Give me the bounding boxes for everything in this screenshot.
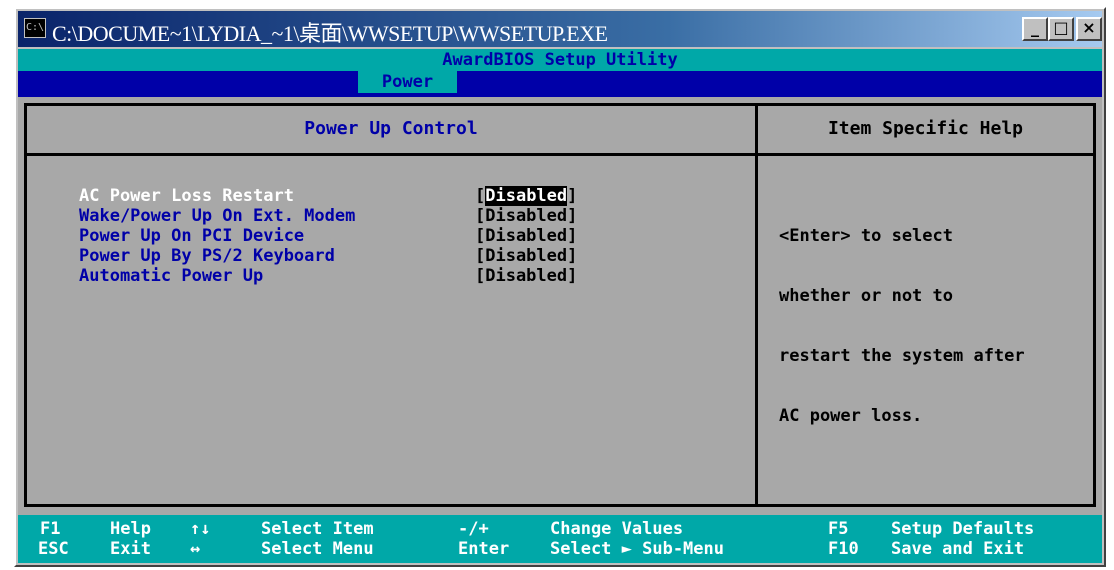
- value-bracket-close: ]: [567, 186, 578, 206]
- setting-value[interactable]: [Disabled]: [475, 226, 577, 246]
- console-app-icon[interactable]: C:\: [24, 18, 46, 38]
- utility-title: AwardBIOS Setup Utility: [18, 49, 1102, 71]
- help-line: whether or not to: [779, 286, 953, 306]
- panel-title: Power Up Control: [304, 118, 478, 139]
- maximize-button[interactable]: □: [1048, 17, 1074, 41]
- console-window: C:\ C:\DOCUME~1\LYDIA_~1\桌面\WWSETUP\WWSE…: [14, 7, 1106, 567]
- key-enter: Enter: [458, 539, 510, 559]
- setting-wake-power-up-ext-modem[interactable]: Wake/Power Up On Ext. Modem [Disabled]: [79, 206, 577, 226]
- setting-value[interactable]: [Disabled]: [475, 206, 577, 226]
- key-plusminus-desc: Change Values: [550, 519, 684, 539]
- menu-tab-power[interactable]: Power: [358, 71, 457, 93]
- key-plusminus: -/+: [458, 519, 489, 539]
- key-esc-desc: Exit: [110, 539, 151, 559]
- key-leftright-desc: Select Menu: [261, 539, 374, 559]
- bios-screen: AwardBIOS Setup Utility Power Power Up C…: [18, 49, 1102, 563]
- help-line: restart the system after: [779, 346, 1025, 366]
- setting-label: AC Power Loss Restart: [79, 186, 294, 206]
- minimize-button[interactable]: _: [1022, 17, 1048, 41]
- key-updown: ↑↓: [190, 519, 211, 539]
- key-f1: F1: [40, 519, 61, 539]
- setting-label: Automatic Power Up: [79, 266, 264, 286]
- key-f1-desc: Help: [110, 519, 151, 539]
- setting-power-up-ps2-keyboard[interactable]: Power Up By PS/2 Keyboard [Disabled]: [79, 246, 577, 266]
- key-leftright: ↔: [190, 539, 201, 559]
- key-f5: F5: [828, 519, 849, 539]
- value-bracket-open: [: [475, 186, 486, 206]
- key-enter-desc: Select ► Sub-Menu: [550, 539, 724, 559]
- setting-value[interactable]: [Disabled]: [475, 246, 577, 266]
- value-highlight: Disabled: [485, 186, 568, 206]
- setting-value[interactable]: [Disabled]: [475, 186, 577, 206]
- setting-power-up-pci-device[interactable]: Power Up On PCI Device [Disabled]: [79, 226, 577, 246]
- settings-list: AC Power Loss Restart [Disabled] Wake/Po…: [79, 186, 577, 286]
- key-updown-desc: Select Item: [261, 519, 374, 539]
- window-title: C:\DOCUME~1\LYDIA_~1\桌面\WWSETUP\WWSETUP.…: [52, 21, 608, 46]
- help-line: <Enter> to select: [779, 226, 953, 246]
- help-title: Item Specific Help: [827, 118, 1024, 139]
- setting-ac-power-loss-restart[interactable]: AC Power Loss Restart [Disabled]: [79, 186, 577, 206]
- key-help-footer: F1 Help ↑↓ Select Item -/+ Change Values…: [18, 515, 1102, 563]
- item-help-text: <Enter> to select whether or not to rest…: [779, 186, 1102, 466]
- key-esc: ESC: [38, 539, 69, 559]
- key-f10: F10: [828, 539, 859, 559]
- close-button[interactable]: ×: [1076, 17, 1102, 41]
- setting-label: Power Up By PS/2 Keyboard: [79, 246, 335, 266]
- settings-frame: Power Up Control Item Specific Help AC P…: [24, 103, 1096, 507]
- window-titlebar[interactable]: C:\ C:\DOCUME~1\LYDIA_~1\桌面\WWSETUP\WWSE…: [18, 11, 1102, 47]
- setting-automatic-power-up[interactable]: Automatic Power Up [Disabled]: [79, 266, 577, 286]
- setting-value[interactable]: [Disabled]: [475, 266, 577, 286]
- menu-bar: Power: [18, 71, 1102, 97]
- help-line: AC power loss.: [779, 406, 923, 426]
- setting-label: Wake/Power Up On Ext. Modem: [79, 206, 356, 226]
- setting-label: Power Up On PCI Device: [79, 226, 305, 246]
- header-divider: [27, 153, 1093, 156]
- settings-area: Power Up Control Item Specific Help AC P…: [18, 97, 1102, 515]
- key-f5-desc: Setup Defaults: [891, 519, 1035, 539]
- key-f10-desc: Save and Exit: [891, 539, 1025, 559]
- panel-divider: [755, 106, 758, 504]
